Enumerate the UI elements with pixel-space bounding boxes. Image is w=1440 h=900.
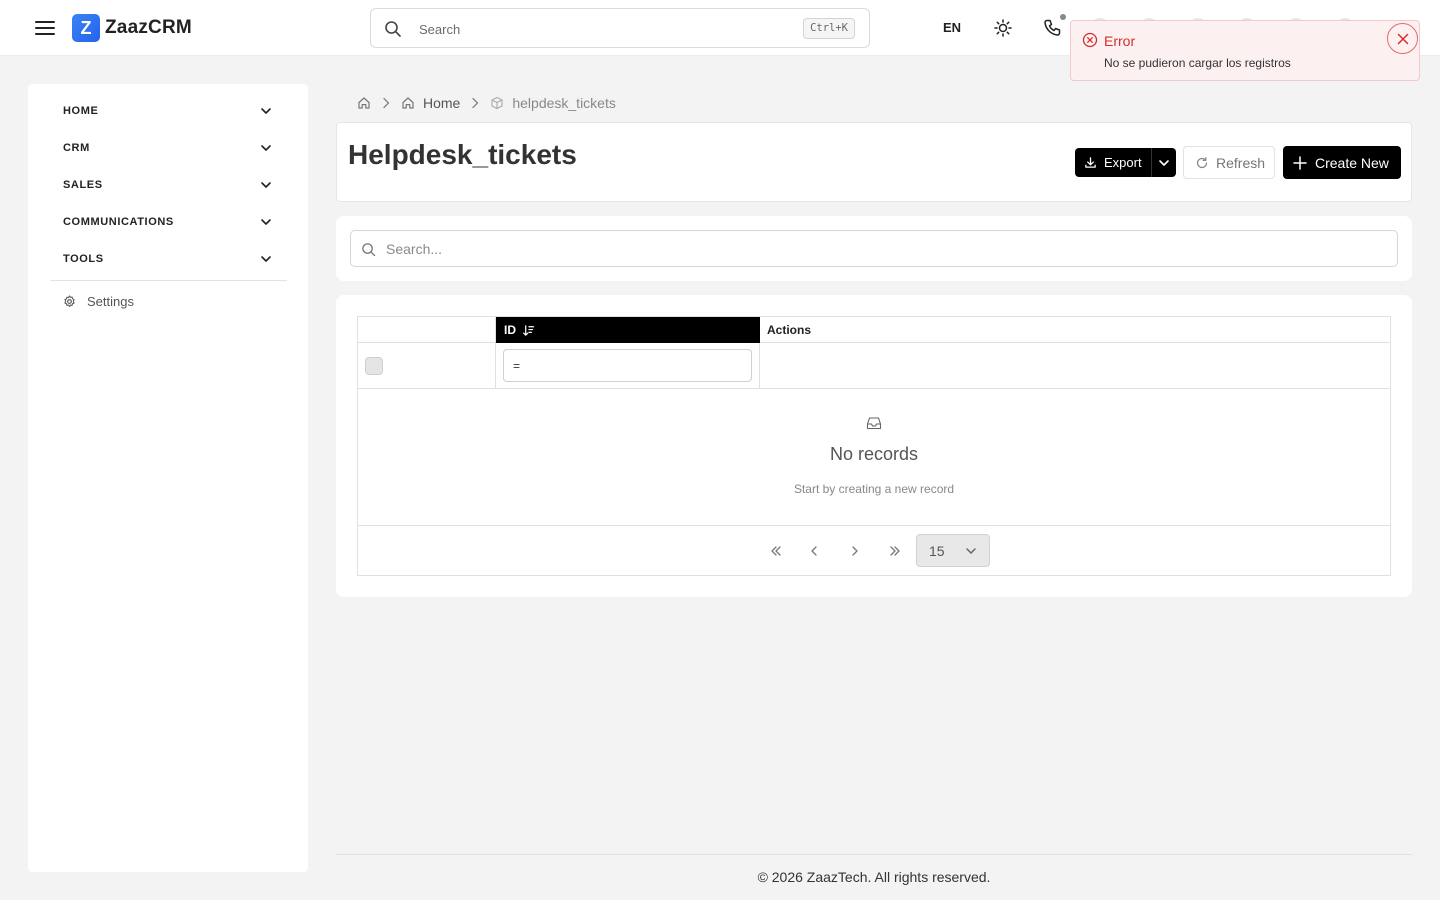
next-page-icon[interactable] [846,542,864,560]
sidebar-item-label: HOME [63,105,99,117]
list-search-card [336,216,1412,281]
export-button[interactable]: Export [1075,148,1151,177]
export-label: Export [1104,155,1142,170]
page-header: Helpdesk_tickets Export Refresh Create N… [336,122,1412,202]
chevron-down-icon [261,108,271,114]
breadcrumb-home[interactable]: Home [423,95,460,111]
close-icon [1397,33,1408,44]
refresh-icon [1196,156,1208,168]
create-new-button[interactable]: Create New [1283,146,1401,179]
select-all-cell [358,343,496,389]
breadcrumb: Home helpdesk_tickets [357,94,616,112]
search-icon [385,21,401,37]
sidebar-item-label: SALES [63,179,103,191]
global-search[interactable]: Ctrl+K [370,8,870,48]
page-title: Helpdesk_tickets [348,139,577,170]
empty-state: No records Start by creating a new recor… [358,389,1390,526]
column-header-label: ID [504,323,516,337]
export-dropdown-toggle[interactable] [1152,156,1176,170]
phone-icon[interactable] [1042,18,1062,38]
column-header-actions: Actions [760,317,1390,343]
phone-status-dot [1060,14,1066,20]
sidebar-item-sales[interactable]: SALES [63,175,273,195]
sidebar-item-home[interactable]: HOME [63,101,273,121]
home-icon[interactable] [357,96,371,110]
inbox-icon [866,417,882,430]
select-all-checkbox[interactable] [365,357,383,375]
global-search-input[interactable] [419,18,779,40]
close-toast-button[interactable] [1387,23,1418,54]
menu-icon[interactable] [34,17,56,39]
chevron-down-icon [261,219,271,225]
export-button-group: Export [1075,148,1176,177]
chevron-right-icon [472,97,479,109]
sidebar-item-label: TOOLS [63,253,104,265]
gear-icon [64,295,75,308]
list-search-input[interactable] [386,239,1346,259]
pagination: 15 [358,526,1390,576]
list-search[interactable] [350,230,1398,267]
filter-row [358,343,1390,389]
last-page-icon[interactable] [886,542,904,560]
sidebar-divider [50,280,287,281]
chevron-down-icon [1159,159,1169,166]
empty-state-subtitle: Start by creating a new record [793,482,955,496]
records-table-card: ID Actions No records Start by creating … [336,295,1412,597]
logo-icon: Z [72,14,100,42]
toast-title: Error [1104,33,1136,49]
box-icon [491,96,503,110]
search-shortcut-badge: Ctrl+K [803,18,855,39]
chevron-down-icon [966,548,976,554]
chevron-down-icon [261,145,271,151]
sidebar-item-label: COMMUNICATIONS [63,216,174,228]
sidebar-item-crm[interactable]: CRM [63,138,273,158]
breadcrumb-current: helpdesk_tickets [512,95,616,111]
select-column-header [358,317,496,343]
sort-descending-icon[interactable] [522,324,535,337]
chevron-down-icon [261,182,271,188]
plus-icon [1293,155,1307,170]
previous-page-icon[interactable] [805,542,823,560]
column-header-id[interactable]: ID [496,317,760,343]
create-new-label: Create New [1315,154,1389,171]
settings-label: Settings [87,294,134,309]
chevron-right-icon [383,97,390,109]
sidebar-item-settings[interactable]: Settings [63,294,134,309]
toast-message: No se pudieron cargar los registros [1104,56,1291,70]
sidebar-item-label: CRM [63,142,90,154]
id-filter-input[interactable] [503,349,752,382]
theme-toggle-icon[interactable] [993,18,1013,38]
page-size-select[interactable]: 15 [916,534,990,567]
page-size-value: 15 [929,542,945,559]
refresh-button[interactable]: Refresh [1183,146,1275,179]
app-name: ZaazCRM [105,17,192,38]
home-icon [402,97,414,109]
records-table: ID Actions No records Start by creating … [357,316,1391,576]
refresh-label: Refresh [1216,154,1266,171]
empty-state-title: No records [829,444,919,464]
footer: © 2026 ZaazTech. All rights reserved. [757,869,991,885]
id-filter-cell [496,343,760,389]
chevron-down-icon [261,256,271,262]
download-icon [1085,157,1096,168]
sidebar: HOME CRM SALES COMMUNICATIONS TOOLS Sett… [28,84,308,872]
first-page-icon[interactable] [767,542,785,560]
footer-divider [336,854,1412,855]
error-toast: Error No se pudieron cargar los registro… [1070,20,1420,81]
error-circle-icon [1082,32,1098,48]
sidebar-item-tools[interactable]: TOOLS [63,249,273,269]
search-icon [362,243,376,257]
sidebar-item-communications[interactable]: COMMUNICATIONS [63,212,273,232]
language-switcher[interactable]: EN [943,20,961,35]
